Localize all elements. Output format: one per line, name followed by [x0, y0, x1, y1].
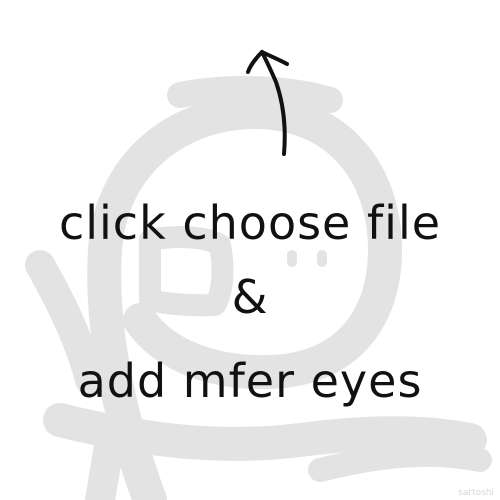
instruction-line-3: add mfer eyes [77, 354, 423, 408]
instruction-line-1: click choose file [58, 196, 442, 250]
artist-signature: sartoshi [458, 488, 494, 498]
instruction-canvas: click choose file & add mfer eyes sartos… [0, 0, 500, 500]
arrow-up-icon [246, 50, 289, 156]
instruction-line-2: & [231, 270, 269, 324]
